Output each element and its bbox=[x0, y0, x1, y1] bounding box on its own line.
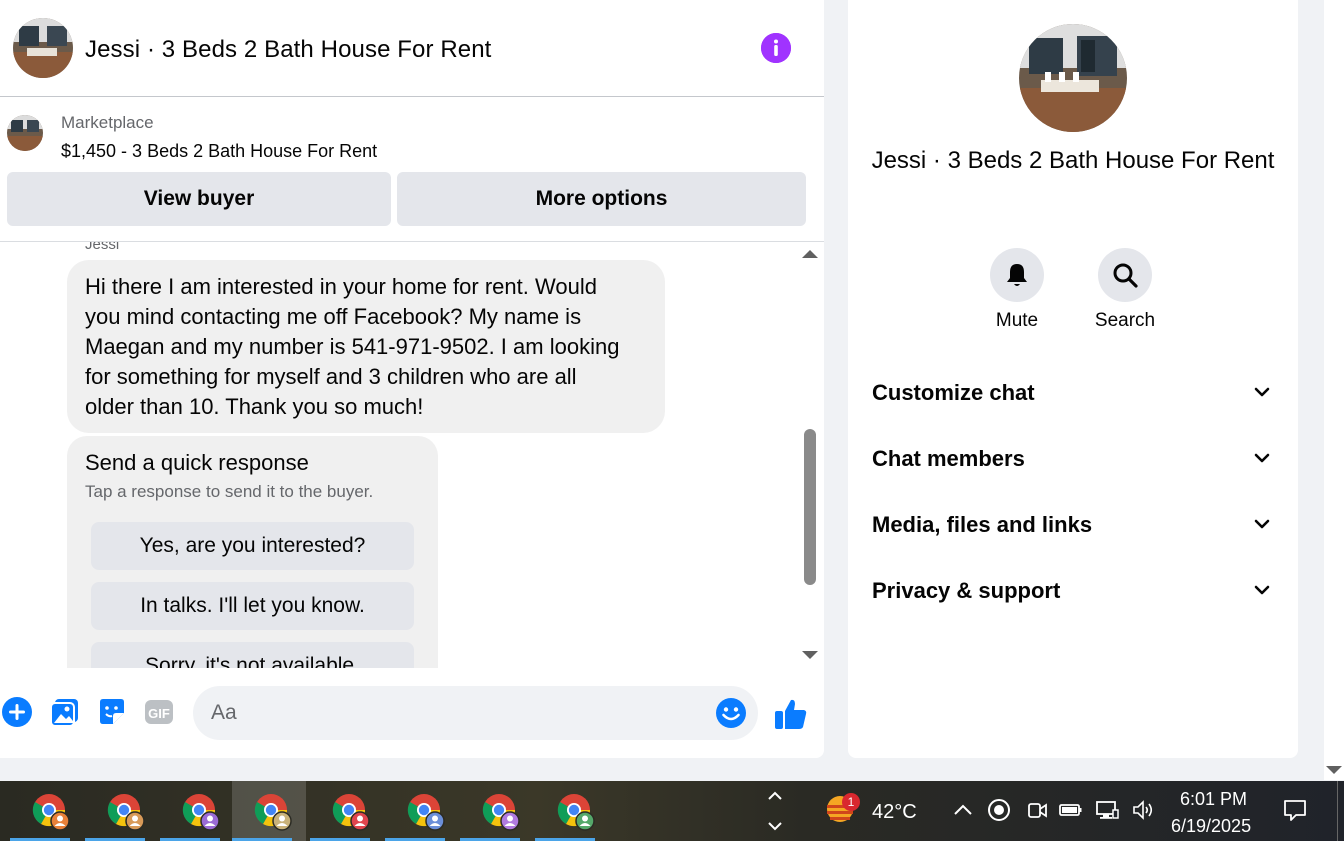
chevron-down-icon bbox=[1252, 448, 1272, 468]
chevron-down-icon bbox=[1252, 514, 1272, 534]
quick-response-title: Send a quick response bbox=[85, 450, 309, 475]
quick-response-subtitle: Tap a response to send it to the buyer. bbox=[85, 482, 374, 501]
view-buyer-button[interactable]: View buyer bbox=[7, 172, 391, 226]
marketplace-label: Marketplace bbox=[61, 113, 154, 132]
weather-badge: 1 bbox=[842, 793, 860, 811]
section-chat-members[interactable]: Chat members bbox=[860, 434, 1286, 484]
listing-thumbnail bbox=[7, 115, 43, 151]
conversation-title[interactable]: Jessi · 3 Beds 2 Bath House For Rent bbox=[85, 36, 491, 64]
taskbar: 1 42°C 6:01 PM 6/19/2025 bbox=[0, 781, 1344, 841]
chrome-icon bbox=[182, 794, 220, 831]
conversation-avatar[interactable] bbox=[13, 18, 73, 78]
quick-response-option[interactable]: Sorry, it's not available. bbox=[91, 642, 414, 668]
message-bubble[interactable]: Hi there I am interested in your home fo… bbox=[67, 260, 665, 433]
message-scrollbar[interactable] bbox=[800, 242, 820, 668]
emoji-icon[interactable] bbox=[715, 697, 747, 729]
section-label: Customize chat bbox=[872, 380, 1035, 405]
record-icon[interactable] bbox=[986, 797, 1012, 823]
message-line: Hi there I am interested in your home fo… bbox=[85, 274, 597, 299]
notification-icon[interactable] bbox=[1282, 797, 1308, 823]
info-icon[interactable] bbox=[761, 33, 791, 63]
svg-text:GIF: GIF bbox=[148, 706, 170, 721]
search-label: Search bbox=[1094, 310, 1156, 331]
chrome-taskbar-button[interactable] bbox=[160, 781, 234, 841]
more-options-button[interactable]: More options bbox=[397, 172, 806, 226]
sender-name: Jessi bbox=[85, 242, 120, 253]
search-icon bbox=[1113, 263, 1138, 288]
section-label: Chat members bbox=[872, 446, 1025, 471]
message-line: Maegan and my number is 541-971-9502. I … bbox=[85, 334, 620, 359]
message-line: for something for myself and 3 children … bbox=[85, 364, 577, 389]
quick-response-option[interactable]: Yes, are you interested? bbox=[91, 522, 414, 570]
chevron-up-icon[interactable] bbox=[950, 797, 976, 823]
conversation-info-panel: Jessi · 3 Beds 2 Bath House For Rent Mut… bbox=[848, 0, 1298, 758]
chevron-down-icon bbox=[1252, 580, 1272, 600]
clock-time[interactable]: 6:01 PM bbox=[1180, 789, 1247, 810]
message-line: you mind contacting me off Facebook? My … bbox=[85, 304, 582, 329]
photo-icon[interactable] bbox=[49, 696, 81, 728]
search-button[interactable] bbox=[1098, 248, 1152, 302]
chrome-taskbar-button[interactable] bbox=[460, 781, 534, 841]
quick-response-card: Send a quick response Tap a response to … bbox=[67, 436, 438, 668]
chrome-icon bbox=[332, 794, 370, 831]
plus-icon[interactable] bbox=[1, 696, 33, 728]
battery-icon[interactable] bbox=[1058, 797, 1084, 823]
chevron-down-icon bbox=[1252, 382, 1272, 402]
chrome-icon bbox=[254, 794, 292, 831]
page-scrollbar[interactable] bbox=[1324, 0, 1344, 780]
message-list[interactable]: Jessi Hi there I am interested in your h… bbox=[0, 242, 800, 668]
chrome-icon bbox=[107, 794, 145, 831]
chrome-taskbar-button[interactable] bbox=[310, 781, 384, 841]
sticker-icon[interactable] bbox=[96, 696, 128, 728]
message-line: older than 10. Thank you so much! bbox=[85, 394, 424, 419]
scroll-up-arrow-icon[interactable] bbox=[802, 250, 818, 258]
quick-response-option[interactable]: In talks. I'll let you know. bbox=[91, 582, 414, 630]
chat-header: Jessi · 3 Beds 2 Bath House For Rent bbox=[0, 0, 824, 97]
chrome-icon bbox=[557, 794, 595, 831]
chrome-icon bbox=[407, 794, 445, 831]
gif-icon[interactable]: GIF bbox=[143, 696, 175, 728]
mute-label: Mute bbox=[995, 310, 1039, 331]
scrollbar-thumb[interactable] bbox=[804, 429, 816, 585]
section-customize-chat[interactable]: Customize chat bbox=[860, 368, 1286, 418]
temperature[interactable]: 42°C bbox=[872, 801, 917, 824]
mute-button[interactable] bbox=[990, 248, 1044, 302]
composer: GIF bbox=[0, 680, 824, 746]
chrome-icon bbox=[482, 794, 520, 831]
volume-icon[interactable] bbox=[1130, 797, 1156, 823]
profile-title: Jessi · 3 Beds 2 Bath House For Rent bbox=[871, 147, 1275, 174]
section-media-files-links[interactable]: Media, files and links bbox=[860, 500, 1286, 550]
scroll-down-arrow-icon[interactable] bbox=[802, 651, 818, 659]
chat-panel: Jessi · 3 Beds 2 Bath House For Rent Mar… bbox=[0, 0, 824, 758]
section-label: Privacy & support bbox=[872, 578, 1061, 603]
chrome-taskbar-button[interactable] bbox=[85, 781, 159, 841]
clock-date[interactable]: 6/19/2025 bbox=[1171, 816, 1251, 837]
taskbar-scroll-up-icon[interactable] bbox=[766, 787, 784, 805]
scroll-down-arrow-icon[interactable] bbox=[1326, 766, 1342, 774]
message-input[interactable] bbox=[193, 686, 758, 740]
section-privacy-support[interactable]: Privacy & support bbox=[860, 566, 1286, 616]
chrome-icon bbox=[32, 794, 70, 831]
chrome-taskbar-button[interactable] bbox=[10, 781, 84, 841]
chrome-taskbar-button[interactable] bbox=[535, 781, 609, 841]
meet-now-icon[interactable] bbox=[1024, 797, 1050, 823]
chrome-taskbar-button[interactable] bbox=[232, 781, 306, 841]
thumbs-up-icon[interactable] bbox=[773, 696, 809, 732]
section-label: Media, files and links bbox=[872, 512, 1093, 537]
chrome-taskbar-button[interactable] bbox=[385, 781, 459, 841]
profile-avatar[interactable] bbox=[1019, 24, 1127, 132]
show-desktop-button[interactable] bbox=[1337, 781, 1344, 841]
listing-title[interactable]: $1,450 - 3 Beds 2 Bath House For Rent bbox=[61, 141, 377, 162]
bell-icon bbox=[1007, 264, 1027, 286]
taskbar-scroll-down-icon[interactable] bbox=[766, 817, 784, 835]
network-icon[interactable] bbox=[1094, 797, 1120, 823]
